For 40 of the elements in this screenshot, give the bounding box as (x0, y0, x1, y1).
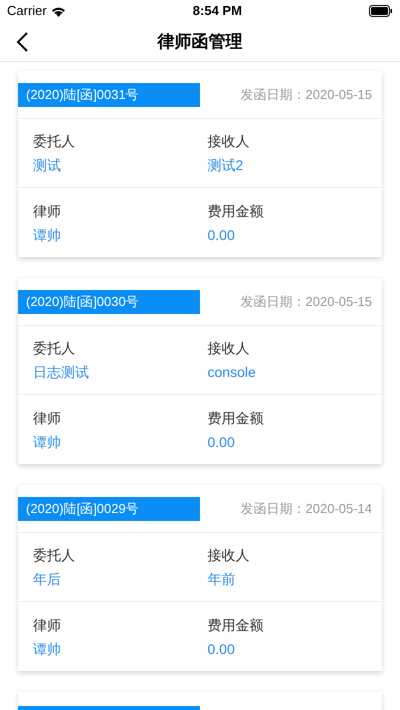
field-label: 律师 (33, 408, 62, 426)
back-icon (16, 32, 28, 52)
carrier: Carrier (7, 2, 47, 20)
send-date: 发函日期：2020-05-15 (240, 86, 372, 104)
send-date: 发函日期：2020-05-14 (240, 500, 372, 518)
number-tag: (2020)陆[函]0030号 (18, 290, 200, 314)
field-value: 年后 (33, 570, 62, 588)
field-value: console (208, 363, 257, 381)
field-value: 日志测试 (33, 363, 90, 381)
field-label: 委托人 (33, 546, 76, 564)
page-title: 律师函管理 (158, 30, 242, 53)
back-button[interactable] (14, 31, 30, 53)
field-label: 费用金额 (208, 202, 264, 220)
field-value: 测试 (33, 156, 62, 174)
field-value: 测试2 (208, 156, 244, 174)
clock: 8:54 PM (192, 2, 242, 20)
field-value: 年前 (208, 570, 236, 588)
field-value: 谭帅 (33, 432, 62, 450)
number-tag: (2020)陆[函]0029号 (18, 496, 200, 520)
field-label: 委托人 (33, 339, 76, 357)
send-date: 发函日期：2020-05-15 (240, 292, 372, 311)
field-value: 谭帅 (33, 640, 62, 658)
field-label: 接收人 (208, 132, 250, 150)
field-label: 律师 (33, 202, 62, 220)
field-value: 0.00 (208, 226, 236, 244)
field-label: 接收人 (208, 546, 250, 564)
letter-card[interactable]: (2020)陆[函]0030号 发函日期：2020-05-15 委托人 日志测试 接收人 console 律师 谭帅 费用金额 0.00 (18, 278, 382, 464)
field-value: 0.00 (208, 640, 236, 658)
field-label: 费用金额 (208, 616, 264, 634)
field-value: 0.00 (208, 432, 236, 450)
letter-card[interactable]: (2020)陆[函]0031号 发函日期：2020-05-15 委托人 测试 接收人 测试2 律师 谭帅 费用金额 0.00 (18, 71, 382, 257)
field-label: 费用金额 (208, 408, 264, 426)
field-label: 接收人 (208, 339, 250, 357)
number-tag: (2020)陆[函]0031号 (18, 82, 200, 106)
field-label: 委托人 (33, 132, 76, 150)
wifi-icon (50, 6, 66, 16)
field-label: 律师 (33, 616, 62, 634)
battery-icon (369, 5, 393, 17)
field-value: 谭帅 (33, 226, 62, 244)
letter-card[interactable]: (2020)陆[函]0029号 发函日期：2020-05-14 委托人 年后 接收人 年前 律师 谭帅 费用金额 0.00 (18, 485, 382, 671)
